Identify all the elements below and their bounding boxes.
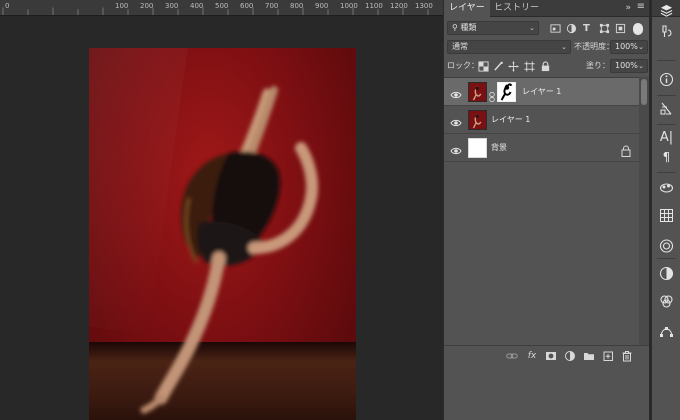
fx-icon[interactable]: fx bbox=[526, 350, 538, 362]
panel-tab-bar: レイヤー ヒストリー » ≡ bbox=[444, 0, 649, 17]
blend-mode-select[interactable]: 通常 ⌄ bbox=[447, 40, 571, 54]
new-layer-icon[interactable] bbox=[602, 350, 614, 362]
ruler-label: 300 bbox=[165, 2, 179, 10]
pixel-filter-icon[interactable] bbox=[550, 23, 561, 34]
opacity-label: 不透明度： bbox=[574, 42, 614, 51]
ruler-label: 900 bbox=[315, 2, 329, 10]
layer-thumbnail bbox=[468, 138, 487, 158]
tab-history[interactable]: ヒストリー bbox=[489, 0, 544, 17]
eye-icon[interactable] bbox=[450, 86, 462, 99]
lock-all-icon[interactable] bbox=[540, 61, 551, 72]
fill-input[interactable]: 100% ⌄ bbox=[610, 59, 648, 73]
filter-toggle-switch[interactable] bbox=[633, 23, 643, 35]
chevron-down-icon: ⌄ bbox=[638, 62, 644, 70]
character-icon[interactable]: A| bbox=[659, 130, 674, 145]
layer-name[interactable]: レイヤー 1 bbox=[522, 85, 561, 99]
paths-icon[interactable] bbox=[659, 324, 674, 339]
layer-filter-row: ⚲ 種類 ⌄ T bbox=[444, 21, 649, 37]
ruler-label: 200 bbox=[140, 2, 154, 10]
tab-layers[interactable]: レイヤー bbox=[444, 0, 490, 17]
ruler-label: 1200 bbox=[390, 2, 408, 10]
opacity-input[interactable]: 100% ⌄ bbox=[610, 40, 648, 54]
paragraph-icon[interactable]: ¶ bbox=[659, 150, 674, 165]
fill-value: 100% bbox=[615, 61, 638, 70]
eye-icon[interactable] bbox=[450, 142, 462, 155]
toolbar-separator bbox=[657, 60, 676, 61]
layer-name[interactable]: レイヤー 1 bbox=[491, 113, 530, 127]
panel-empty-area bbox=[443, 365, 650, 420]
chain-link-icon[interactable] bbox=[489, 87, 495, 102]
layer-kind-label: 種類 bbox=[460, 23, 477, 32]
shape-filter-icon[interactable] bbox=[599, 23, 610, 34]
layers-list: レイヤー 1 レイヤー 1 背景 bbox=[444, 77, 649, 345]
layer-row[interactable]: レイヤー 1 bbox=[444, 78, 641, 106]
lock-position-icon[interactable] bbox=[508, 61, 519, 72]
ruler-label: 500 bbox=[215, 2, 229, 10]
scrollbar-thumb[interactable] bbox=[641, 79, 647, 105]
layer-row[interactable]: 背景 bbox=[444, 134, 641, 162]
layer-kind-filter[interactable]: ⚲ 種類 ⌄ bbox=[447, 21, 539, 35]
toolbar-separator bbox=[657, 172, 676, 173]
link-layers-icon[interactable] bbox=[506, 350, 518, 362]
layers-icon[interactable] bbox=[660, 4, 673, 17]
layer-thumbnail bbox=[468, 110, 487, 130]
document-canvas[interactable] bbox=[89, 48, 356, 420]
add-mask-icon[interactable] bbox=[545, 350, 557, 362]
chevron-down-icon: ⌄ bbox=[638, 43, 644, 51]
blend-row: 通常 ⌄ 不透明度： 100% ⌄ bbox=[444, 40, 649, 56]
ruler-label: 700 bbox=[265, 2, 279, 10]
lock-label: ロック： bbox=[447, 61, 479, 70]
ruler-label: 1000 bbox=[340, 2, 358, 10]
toolbar-separator bbox=[657, 95, 676, 96]
adjustments-icon[interactable] bbox=[659, 266, 674, 281]
layers-panel: レイヤー ヒストリー » ≡ ⚲ 種類 ⌄ T 通常 ⌄ 不透明度： 100% … bbox=[443, 0, 650, 365]
smart-object-filter-icon[interactable] bbox=[615, 23, 626, 34]
layers-footer: fx bbox=[444, 345, 649, 365]
adjustment-filter-icon[interactable] bbox=[566, 23, 577, 34]
lock-artboard-icon[interactable] bbox=[524, 61, 535, 72]
photoshop-window: 0 100 200 300 400 500 600 700 800 900 10… bbox=[0, 0, 680, 420]
search-icon: ⚲ bbox=[452, 23, 458, 32]
color-icon[interactable] bbox=[659, 294, 674, 309]
blend-mode-value: 通常 bbox=[452, 42, 468, 51]
layers-scrollbar[interactable] bbox=[639, 77, 649, 365]
info-icon[interactable] bbox=[659, 72, 674, 87]
horizontal-ruler[interactable]: 0 100 200 300 400 500 600 700 800 900 10… bbox=[0, 0, 443, 16]
ruler-label: 600 bbox=[240, 2, 254, 10]
opacity-value: 100% bbox=[615, 42, 638, 51]
layer-mask-thumbnail[interactable] bbox=[497, 82, 516, 102]
libraries-icon[interactable] bbox=[659, 238, 674, 253]
dancer-figure bbox=[140, 86, 318, 414]
type-filter-icon[interactable]: T bbox=[583, 23, 594, 34]
chevron-down-icon: ⌄ bbox=[561, 43, 567, 51]
layer-thumbnail bbox=[468, 82, 487, 102]
chevron-down-icon: ⌄ bbox=[529, 24, 535, 32]
ruler-label: 1100 bbox=[365, 2, 383, 10]
folder-icon[interactable] bbox=[583, 350, 595, 362]
toolbar-separator bbox=[657, 258, 676, 259]
eye-icon[interactable] bbox=[450, 114, 462, 127]
ruler-label: 0 bbox=[5, 2, 10, 10]
ruler-label: 1300 bbox=[415, 2, 433, 10]
panel-menu-icon[interactable]: ≡ bbox=[637, 1, 645, 12]
lock-image-pixels-icon[interactable] bbox=[493, 61, 504, 72]
adjustment-layer-icon[interactable] bbox=[564, 350, 576, 362]
layer-name[interactable]: 背景 bbox=[491, 141, 507, 155]
collapse-panel-button[interactable]: » bbox=[625, 0, 631, 17]
trash-icon[interactable] bbox=[621, 350, 633, 362]
ruler-label: 400 bbox=[190, 2, 204, 10]
lock-row: ロック： 塗り： 100% ⌄ bbox=[444, 59, 649, 75]
panel-dock-toolbar: A| ¶ bbox=[651, 0, 680, 420]
ruler-label: 800 bbox=[290, 2, 304, 10]
grid-icon[interactable] bbox=[659, 208, 674, 223]
paragraph-panel-icon[interactable] bbox=[659, 101, 674, 116]
fill-label: 塗り： bbox=[586, 61, 610, 70]
adjust-panel-icon[interactable] bbox=[659, 24, 674, 39]
lock-icon[interactable] bbox=[621, 142, 631, 157]
toolbar-separator bbox=[657, 124, 676, 125]
channels-icon[interactable] bbox=[659, 180, 674, 195]
ruler-label: 100 bbox=[115, 2, 129, 10]
layer-row[interactable]: レイヤー 1 bbox=[444, 106, 641, 134]
lock-transparent-pixels-icon[interactable] bbox=[478, 61, 489, 72]
